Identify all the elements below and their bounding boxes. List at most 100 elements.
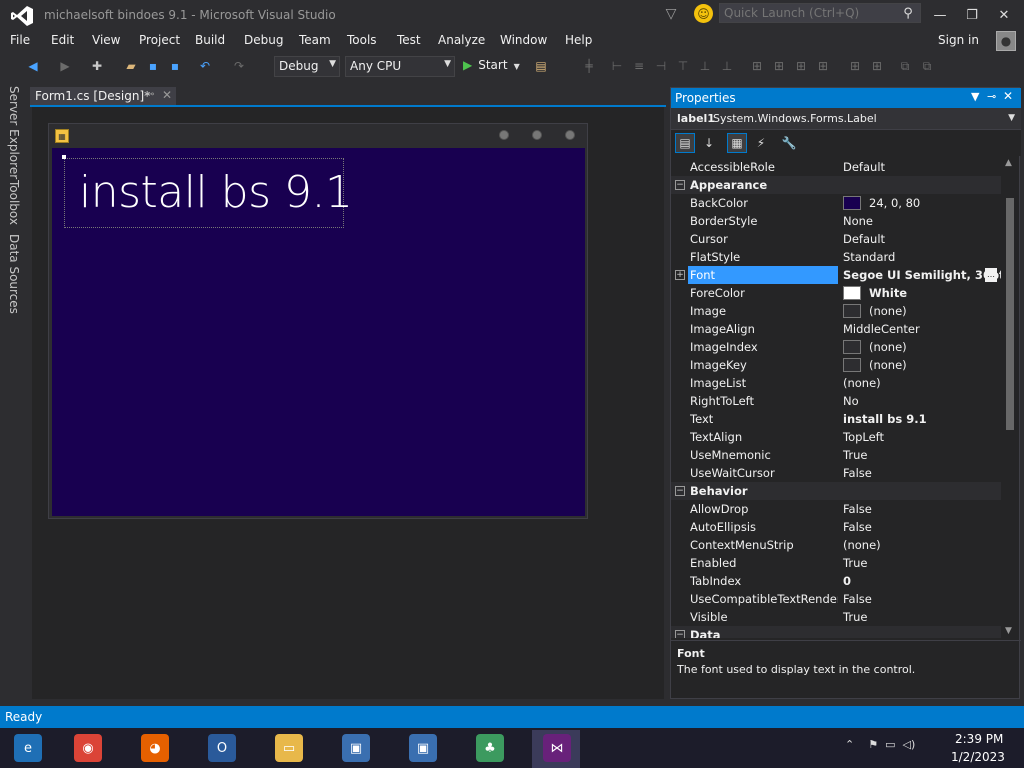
categorized-icon[interactable]: ▤	[675, 133, 695, 153]
close-button[interactable]: ✕	[989, 4, 1019, 26]
property-category[interactable]: − Behavior	[671, 482, 1001, 500]
scroll-thumb[interactable]	[1006, 198, 1014, 430]
save-icon[interactable]: ▪	[144, 57, 162, 75]
property-row[interactable]: Text install bs 9.1	[671, 410, 1001, 428]
flag-icon[interactable]: ⚑	[868, 738, 878, 751]
property-row[interactable]: UseCompatibleTextRenderi False	[671, 590, 1001, 608]
properties-icon[interactable]: ▦	[727, 133, 747, 153]
menu-file[interactable]: File	[10, 33, 30, 47]
chevron-up-icon[interactable]: ⌃	[845, 738, 854, 751]
menu-view[interactable]: View	[92, 33, 120, 47]
taskbar-app-visual-studio[interactable]: ⋈	[532, 730, 580, 768]
collapse-icon[interactable]: −	[675, 180, 685, 190]
property-value[interactable]: True	[843, 610, 867, 624]
center-horizontally-icon[interactable]: ⊞	[868, 57, 886, 75]
open-file-icon[interactable]: ▰	[122, 57, 140, 75]
taskbar-app-app2[interactable]: ▣	[398, 730, 446, 768]
menu-edit[interactable]: Edit	[51, 33, 74, 47]
collapse-icon[interactable]: −	[675, 486, 685, 496]
align-middles-icon[interactable]: ⊥	[696, 57, 714, 75]
taskbar-app-app1[interactable]: ▣	[331, 730, 379, 768]
align-grid-icon[interactable]: ╪	[580, 57, 598, 75]
system-tray[interactable]: ⌃ ⚑ ▭ ◁)	[845, 738, 915, 751]
property-value[interactable]: False	[843, 466, 872, 480]
property-row[interactable]: ImageAlign MiddleCenter	[671, 320, 1001, 338]
property-row[interactable]: ImageList (none)	[671, 374, 1001, 392]
menu-tools[interactable]: Tools	[347, 33, 377, 47]
property-value[interactable]: (none)	[869, 340, 907, 354]
property-value[interactable]: Default	[843, 232, 885, 246]
property-row[interactable]: AllowDrop False	[671, 500, 1001, 518]
new-project-icon[interactable]: ✚	[88, 57, 106, 75]
expand-icon[interactable]: +	[675, 270, 685, 280]
redo-icon[interactable]: ↷	[230, 57, 248, 75]
property-row[interactable]: AccessibleRole Default	[671, 158, 1001, 176]
make-same-size-icon[interactable]: ⊞	[792, 57, 810, 75]
property-value[interactable]: False	[843, 502, 872, 516]
undo-icon[interactable]: ↶	[196, 57, 214, 75]
taskbar-app-explorer[interactable]: ▭	[264, 730, 312, 768]
property-value[interactable]: install bs 9.1	[843, 412, 927, 426]
property-category[interactable]: − Appearance	[671, 176, 1001, 194]
network-icon[interactable]: ▭	[885, 738, 895, 751]
vertical-spacing-icon[interactable]: ⊞	[846, 57, 864, 75]
horizontal-spacing-icon[interactable]: ⊞	[814, 57, 832, 75]
scroll-up-icon[interactable]: ▲	[1005, 158, 1012, 168]
collapse-icon[interactable]: −	[675, 630, 685, 638]
align-bottoms-icon[interactable]: ⊥	[718, 57, 736, 75]
menu-debug[interactable]: Debug	[244, 33, 283, 47]
property-value[interactable]: (none)	[843, 376, 881, 390]
bring-to-front-icon[interactable]: ⧉	[896, 57, 914, 75]
taskbar-app-firefox[interactable]: ◕	[130, 730, 178, 768]
property-row[interactable]: Enabled True	[671, 554, 1001, 572]
property-row[interactable]: ImageKey (none)	[671, 356, 1001, 374]
save-all-icon[interactable]: ▪	[166, 57, 184, 75]
dropdown-icon[interactable]: ▼	[971, 90, 979, 103]
tab-data-sources[interactable]: Data Sources	[7, 234, 21, 314]
platform-dropdown[interactable]: Any CPU ▼	[345, 56, 455, 77]
property-value[interactable]: MiddleCenter	[843, 322, 920, 336]
property-row[interactable]: RightToLeft No	[671, 392, 1001, 410]
close-tab-icon[interactable]: ✕	[162, 88, 172, 102]
property-value[interactable]: False	[843, 592, 872, 606]
property-row[interactable]: Image (none)	[671, 302, 1001, 320]
property-row[interactable]: BorderStyle None	[671, 212, 1001, 230]
pin-icon[interactable]: ⊸	[146, 89, 154, 100]
property-value[interactable]: 24, 0, 80	[869, 196, 920, 210]
property-row[interactable]: Cursor Default	[671, 230, 1001, 248]
property-row[interactable]: BackColor 24, 0, 80	[671, 194, 1001, 212]
feedback-smiley-icon[interactable]: ☺	[694, 4, 713, 23]
menu-window[interactable]: Window	[500, 33, 547, 47]
menu-analyze[interactable]: Analyze	[438, 33, 485, 47]
property-row[interactable]: TextAlign TopLeft	[671, 428, 1001, 446]
form-designer-window[interactable]: ▦ install bs 9.1	[48, 123, 588, 519]
clock-date[interactable]: 1/2/2023	[951, 750, 1005, 764]
property-row[interactable]: TabIndex 0	[671, 572, 1001, 590]
scroll-down-icon[interactable]: ▼	[1005, 626, 1012, 636]
property-value[interactable]: True	[843, 448, 867, 462]
forward-icon[interactable]: ▶	[56, 57, 74, 75]
filter-icon[interactable]: ▽	[662, 5, 680, 23]
menu-build[interactable]: Build	[195, 33, 225, 47]
close-icon[interactable]: ✕	[1003, 89, 1013, 103]
solution-config-dropdown[interactable]: Debug ▼	[274, 56, 340, 77]
property-grid-scrollbar[interactable]: ▲ ▼	[1003, 158, 1017, 638]
property-value[interactable]: TopLeft	[843, 430, 884, 444]
start-button[interactable]: ▶ Start ▼	[463, 58, 520, 72]
align-tops-icon[interactable]: ⊤	[674, 57, 692, 75]
property-pages-icon[interactable]: 🔧	[779, 133, 799, 153]
clock-time[interactable]: 2:39 PM	[955, 732, 1003, 746]
quick-launch-input[interactable]	[724, 6, 894, 20]
property-value[interactable]: Segoe UI Semilight, 36pt	[843, 268, 1001, 282]
property-value[interactable]: True	[843, 556, 867, 570]
taskbar-app-o[interactable]: O	[197, 730, 245, 768]
tab-server-explorer[interactable]: Server Explorer	[7, 86, 21, 179]
property-value[interactable]: 0	[843, 574, 851, 588]
property-value[interactable]: (none)	[869, 358, 907, 372]
account-icon[interactable]: ●	[996, 31, 1016, 51]
search-icon[interactable]: ⚲	[900, 5, 916, 21]
form-client-area[interactable]: install bs 9.1	[52, 148, 585, 516]
property-row[interactable]: + Font Segoe UI Semilight, 36pt…	[671, 266, 1001, 284]
align-rights-icon[interactable]: ⊣	[652, 57, 670, 75]
align-centers-icon[interactable]: ≡	[630, 57, 648, 75]
